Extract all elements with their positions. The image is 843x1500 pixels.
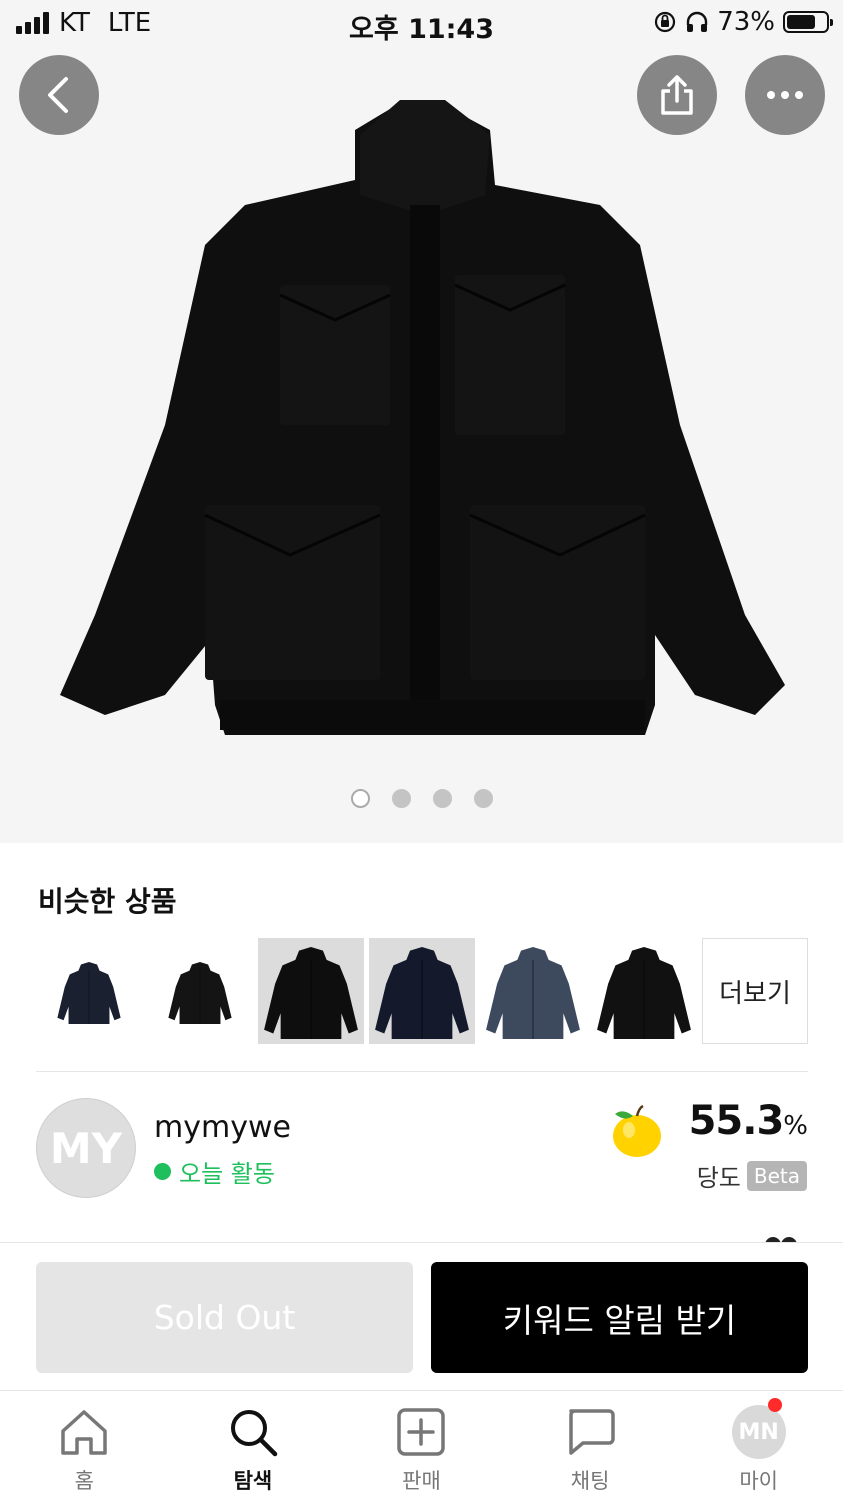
jacket-thumbnail-image <box>597 947 691 1040</box>
tab-my[interactable]: MN 마이 <box>674 1391 843 1500</box>
similar-product-thumbnail[interactable] <box>591 938 697 1044</box>
jacket-thumbnail-image <box>486 947 580 1040</box>
bottom-tab-bar: 홈 탐색 판매 채팅 MN 마이 <box>0 1390 843 1500</box>
product-photo-jacket <box>60 100 785 735</box>
keyword-alert-button[interactable]: 키워드 알림 받기 <box>431 1262 808 1373</box>
tab-label: 마이 <box>739 1469 778 1493</box>
seller-status-text: 오늘 활동 <box>179 1160 275 1188</box>
share-button[interactable] <box>637 55 717 135</box>
purchase-action-bar: Sold Out 키워드 알림 받기 <box>0 1242 843 1390</box>
sweetness-rating[interactable]: 55.3% 당도 Beta <box>607 1098 808 1198</box>
add-icon <box>397 1408 446 1456</box>
search-icon <box>230 1410 278 1457</box>
carousel-dot[interactable] <box>432 789 452 808</box>
more-icon <box>767 91 803 99</box>
tab-label: 홈 <box>74 1469 94 1493</box>
jacket-thumbnail-image <box>57 962 121 1025</box>
sweetness-unit: % <box>783 1111 808 1141</box>
sweetness-number: 55.3 <box>688 1098 785 1144</box>
home-icon <box>61 1410 108 1455</box>
product-image-carousel[interactable] <box>0 0 843 843</box>
more-options-button[interactable] <box>745 55 825 135</box>
tab-label: 판매 <box>402 1469 441 1493</box>
carousel-dot[interactable] <box>473 789 493 808</box>
status-bar: KT LTE 오후 11:43 73% <box>0 0 843 48</box>
battery-icon <box>783 11 833 33</box>
back-button[interactable] <box>19 55 99 135</box>
jacket-thumbnail-image <box>168 962 232 1025</box>
notification-badge <box>768 1398 783 1412</box>
tab-search[interactable]: 탐색 <box>169 1391 338 1500</box>
tab-label: 채팅 <box>570 1469 610 1493</box>
similar-product-thumbnail[interactable] <box>36 938 142 1044</box>
share-icon <box>661 75 693 115</box>
similar-product-thumbnail[interactable] <box>369 938 475 1044</box>
tab-sell[interactable]: 판매 <box>337 1391 506 1500</box>
sweetness-value: 55.3% <box>688 1098 808 1144</box>
carousel-dot[interactable] <box>391 789 411 808</box>
similar-products-list: 더보기 <box>36 938 808 1044</box>
divider <box>36 1071 808 1072</box>
chat-icon <box>569 1409 615 1455</box>
sold-out-button[interactable]: Sold Out <box>36 1262 413 1373</box>
similar-products-title: 비슷한 상품 <box>38 885 177 918</box>
seller-activity-status: 오늘 활동 <box>154 1154 275 1189</box>
jacket-thumbnail-image <box>264 947 358 1040</box>
beta-badge: Beta <box>746 1160 807 1191</box>
similar-product-thumbnail[interactable] <box>480 938 586 1044</box>
tab-label: 탐색 <box>233 1469 273 1493</box>
headphones-icon <box>687 11 708 32</box>
jacket-thumbnail-image <box>375 947 469 1040</box>
rotation-lock-icon <box>655 11 676 33</box>
apple-icon <box>613 1104 661 1157</box>
carousel-indicator <box>0 789 843 808</box>
profile-avatar: MN <box>731 1405 786 1459</box>
similar-product-thumbnail[interactable] <box>147 938 253 1044</box>
carousel-dot-active[interactable] <box>350 789 370 808</box>
sweetness-label-row: 당도 Beta <box>697 1158 807 1193</box>
tab-home[interactable]: 홈 <box>0 1391 169 1500</box>
back-icon <box>48 77 68 113</box>
similar-product-thumbnail[interactable] <box>258 938 364 1044</box>
seller-avatar[interactable]: MY <box>36 1098 136 1198</box>
online-dot-icon <box>154 1163 171 1180</box>
sweetness-label: 당도 <box>696 1164 741 1192</box>
tab-chat[interactable]: 채팅 <box>506 1391 675 1500</box>
similar-more-button[interactable]: 더보기 <box>702 938 808 1044</box>
battery-percent: 73% <box>717 7 775 37</box>
seller-name[interactable]: mymywe <box>154 1110 291 1145</box>
